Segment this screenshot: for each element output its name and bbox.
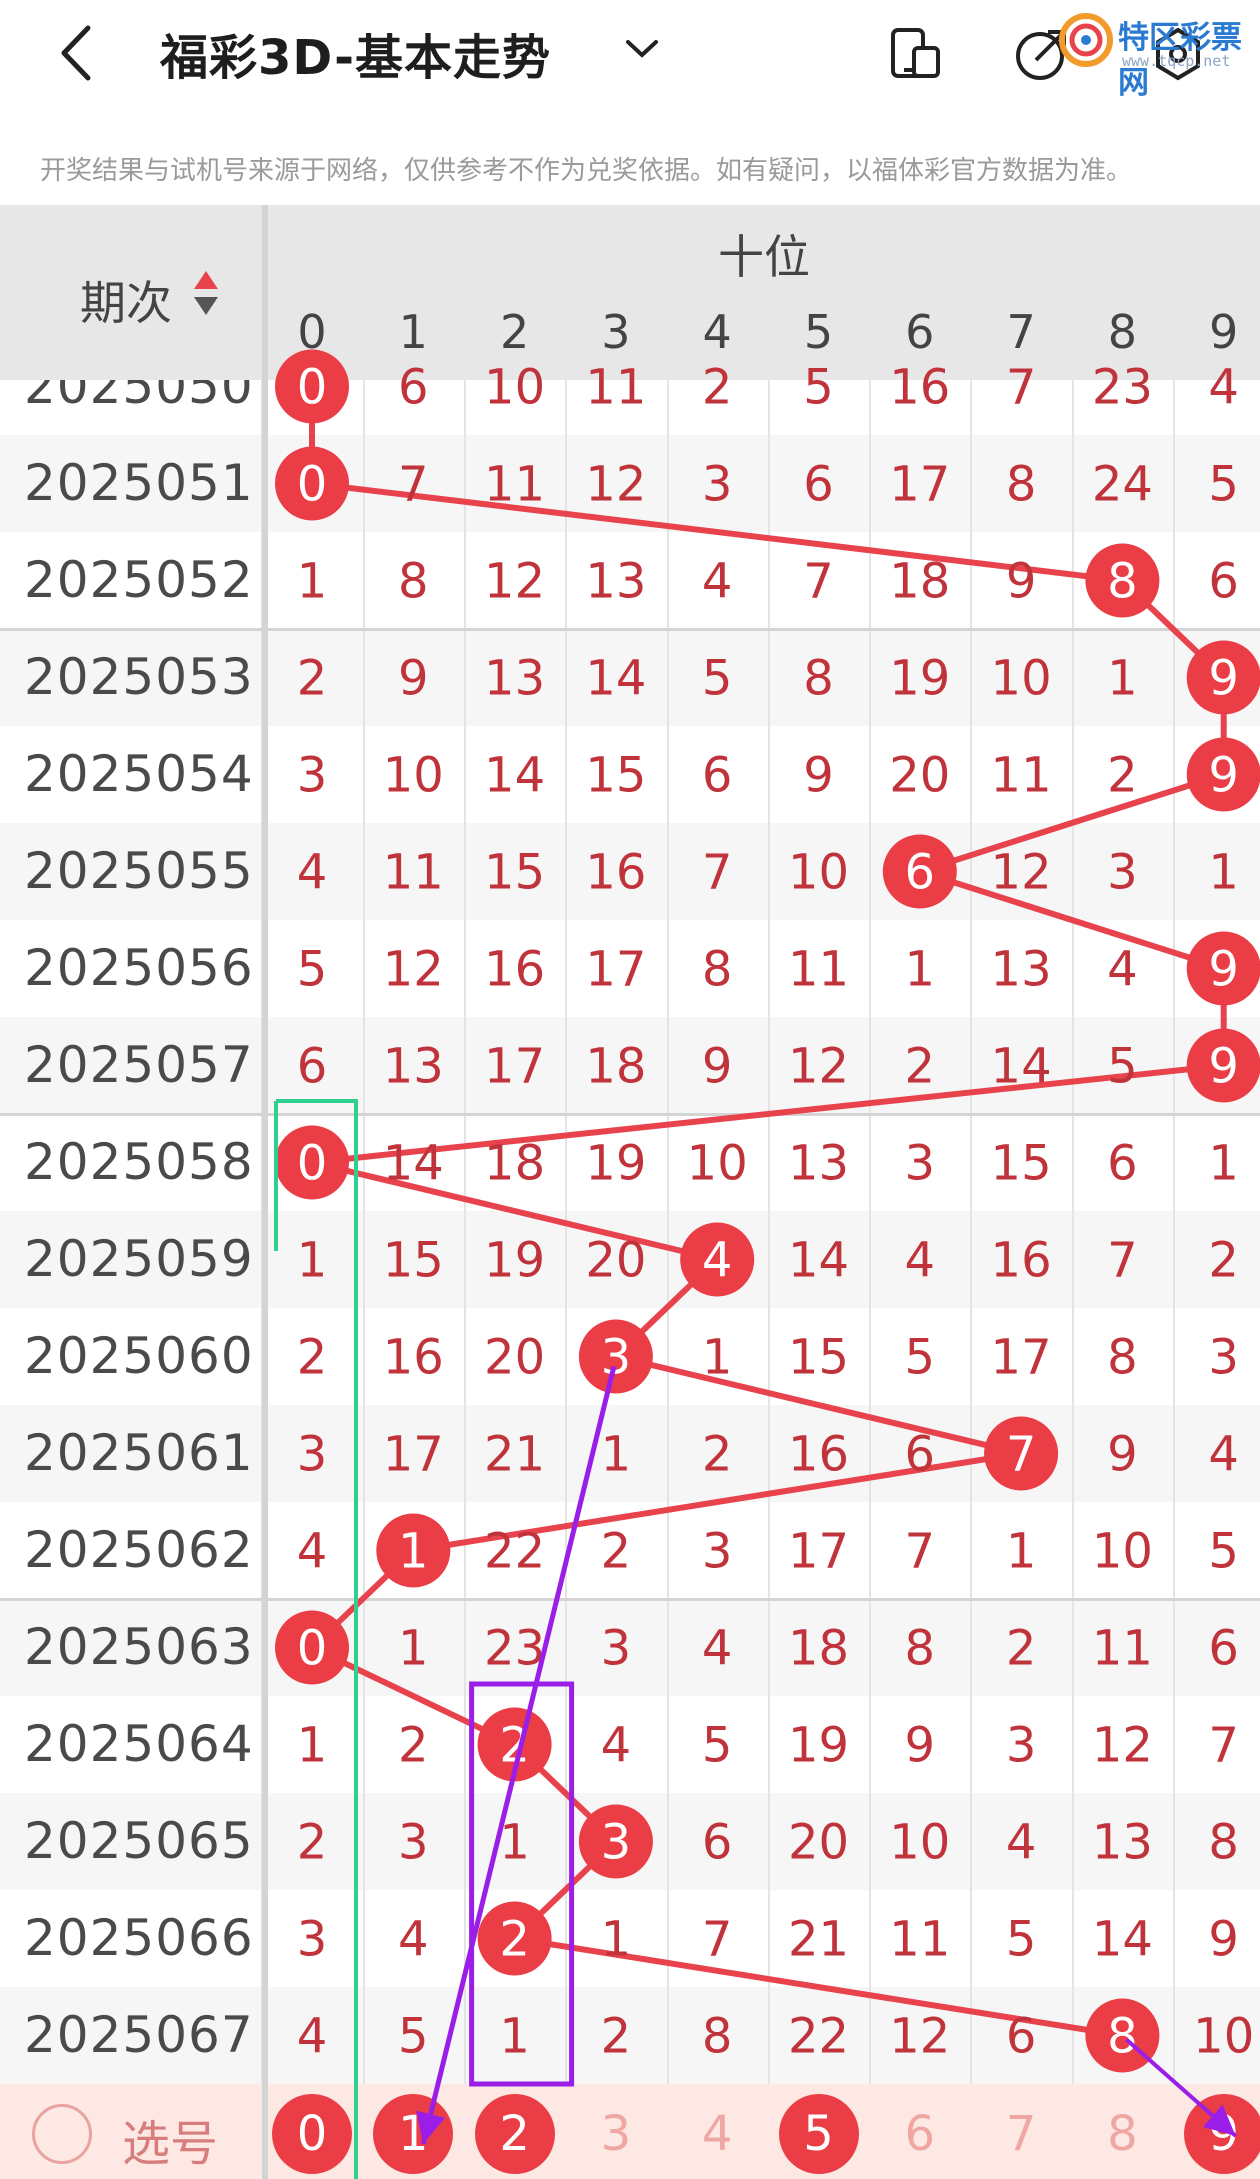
select-ball-0[interactable]: 0 bbox=[272, 2094, 352, 2174]
period-number: 2025067 bbox=[24, 2006, 254, 2064]
period-number: 2025054 bbox=[24, 745, 254, 803]
period-number: 2025065 bbox=[24, 1812, 254, 1870]
column-line bbox=[463, 380, 466, 2179]
group-separator bbox=[0, 628, 1260, 631]
disclaimer-notice: 开奖结果与试机号来源于网络，仅供参考不作为兑奖依据。如有疑问，以福体彩官方数据为… bbox=[40, 156, 1133, 186]
period-number: 2025057 bbox=[24, 1036, 254, 1094]
period-number: 2025061 bbox=[24, 1424, 254, 1482]
column-line bbox=[767, 380, 770, 2179]
logo-swirl-icon bbox=[1059, 13, 1113, 67]
column-divider bbox=[262, 205, 268, 2179]
column-line bbox=[362, 380, 365, 2179]
group-header-label: 十位 bbox=[718, 230, 810, 284]
digit-header-4: 4 bbox=[702, 305, 732, 359]
back-icon[interactable] bbox=[50, 18, 110, 88]
digit-header-9: 9 bbox=[1209, 305, 1239, 359]
column-line bbox=[1173, 380, 1176, 2179]
column-line bbox=[869, 380, 872, 2179]
column-line bbox=[1071, 380, 1074, 2179]
digit-header-6: 6 bbox=[905, 305, 935, 359]
trend-table: 2025050 2025051 2025052 2025053 2025054 20250… bbox=[0, 205, 1260, 2179]
digit-header-0: 0 bbox=[297, 305, 327, 359]
select-ball-6[interactable]: 6 bbox=[880, 2094, 960, 2174]
select-ball-2[interactable]: 2 bbox=[474, 2094, 555, 2174]
period-number: 2025058 bbox=[24, 1133, 254, 1191]
select-radio[interactable] bbox=[32, 2104, 92, 2164]
page-title[interactable]: 福彩3D-基本走势 bbox=[160, 18, 551, 88]
period-number: 2025060 bbox=[24, 1327, 254, 1385]
select-ball-7[interactable]: 7 bbox=[981, 2094, 1061, 2174]
group-separator bbox=[0, 1113, 1260, 1116]
column-line bbox=[970, 380, 973, 2179]
period-number: 2025062 bbox=[24, 1521, 254, 1579]
period-number: 2025063 bbox=[24, 1618, 254, 1676]
column-line bbox=[565, 380, 568, 2179]
digit-header-7: 7 bbox=[1006, 305, 1036, 359]
select-ball-9[interactable]: 9 bbox=[1183, 2094, 1260, 2174]
digit-header-5: 5 bbox=[803, 305, 834, 359]
sort-updown-icon[interactable] bbox=[192, 267, 220, 319]
period-number: 2025051 bbox=[24, 454, 254, 512]
select-ball-8[interactable]: 8 bbox=[1082, 2094, 1162, 2174]
period-number: 2025066 bbox=[24, 1909, 254, 1967]
watermark-url: www.tqcp.net bbox=[1122, 52, 1231, 70]
period-number: 2025064 bbox=[24, 1715, 254, 1773]
select-ball-1[interactable]: 1 bbox=[373, 2094, 454, 2174]
select-label[interactable]: 选号 bbox=[122, 2104, 218, 2174]
group-separator bbox=[0, 1598, 1260, 1601]
period-header-label: 期次 bbox=[80, 276, 172, 330]
tens-group-header: 十位 0 1 2 3 4 5 6 7 8 9 bbox=[268, 205, 1260, 380]
period-number: 2025059 bbox=[24, 1230, 254, 1288]
top-bar: 福彩3D-基本走势 特区彩票网 www.tqcp.net 开奖结果与试机号来源于… bbox=[0, 0, 1260, 186]
digit-header-8: 8 bbox=[1107, 305, 1138, 359]
watermark-logo: 特区彩票网 www.tqcp.net bbox=[1058, 10, 1260, 101]
period-number: 2025052 bbox=[24, 551, 254, 609]
period-column-header[interactable]: 期次 bbox=[0, 205, 262, 380]
number-selection-row: 选号 0 1 2 3 4 5 6 7 8 9 bbox=[0, 2084, 1260, 2179]
period-number: 2025056 bbox=[24, 939, 254, 997]
column-line bbox=[666, 380, 669, 2179]
period-number: 2025053 bbox=[24, 648, 254, 706]
chevron-down-icon[interactable] bbox=[622, 28, 662, 68]
select-ball-4[interactable]: 4 bbox=[677, 2094, 757, 2174]
digit-header-2: 2 bbox=[499, 305, 530, 359]
select-ball-5[interactable]: 5 bbox=[778, 2094, 859, 2174]
select-ball-3[interactable]: 3 bbox=[576, 2094, 656, 2174]
phone-screen-icon[interactable] bbox=[884, 18, 948, 88]
digit-header-3: 3 bbox=[601, 305, 631, 359]
digit-header-1: 1 bbox=[398, 305, 428, 359]
period-number: 2025055 bbox=[24, 842, 254, 900]
